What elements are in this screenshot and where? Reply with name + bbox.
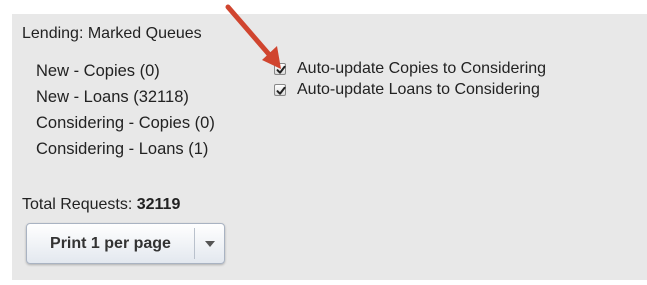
total-requests-label: Total Requests: bbox=[22, 196, 133, 213]
queue-item-new-loans[interactable]: New - Loans (32118) bbox=[36, 84, 215, 110]
caret-down-icon bbox=[204, 240, 215, 247]
print-split-button[interactable]: Print 1 per page bbox=[26, 223, 225, 264]
queue-item-considering-loans[interactable]: Considering - Loans (1) bbox=[36, 136, 215, 162]
total-requests: Total Requests: 32119 bbox=[22, 196, 180, 214]
checkmark-icon bbox=[276, 86, 286, 95]
print-button[interactable]: Print 1 per page bbox=[27, 224, 194, 263]
print-options-dropdown-toggle[interactable] bbox=[195, 224, 224, 263]
section-title: Lending: Marked Queues bbox=[22, 25, 202, 42]
auto-update-loans-checkbox[interactable] bbox=[274, 83, 286, 96]
total-requests-value: 32119 bbox=[136, 196, 181, 213]
annotation-arrow-icon bbox=[225, 4, 281, 69]
queue-list: New - Copies (0) New - Loans (32118) Con… bbox=[36, 58, 215, 162]
auto-update-copies-option[interactable]: Auto-update Copies to Considering bbox=[274, 58, 546, 79]
auto-update-options: Auto-update Copies to Considering Auto-u… bbox=[274, 58, 546, 100]
auto-update-loans-option[interactable]: Auto-update Loans to Considering bbox=[274, 79, 546, 100]
queue-item-considering-copies[interactable]: Considering - Copies (0) bbox=[36, 110, 215, 136]
queue-item-new-copies[interactable]: New - Copies (0) bbox=[36, 58, 215, 84]
auto-update-copies-label: Auto-update Copies to Considering bbox=[297, 59, 547, 77]
auto-update-loans-label: Auto-update Loans to Considering bbox=[297, 80, 540, 98]
